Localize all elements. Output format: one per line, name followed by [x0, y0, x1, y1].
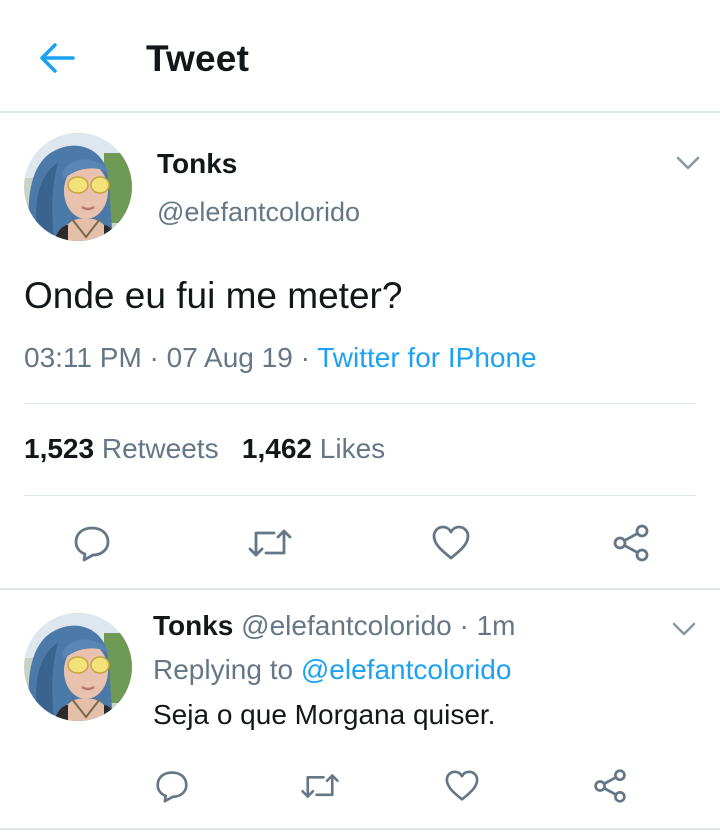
- author-handle[interactable]: @elefantcolorido: [157, 197, 360, 228]
- meta-separator: ·: [141, 342, 167, 373]
- like-button[interactable]: [427, 521, 475, 565]
- like-button[interactable]: [440, 766, 484, 806]
- likes-stat[interactable]: 1,462 Likes: [242, 433, 385, 465]
- reply-icon: [74, 526, 110, 562]
- reply-button[interactable]: [150, 766, 194, 806]
- retweet-button[interactable]: [244, 521, 296, 565]
- avatar[interactable]: [24, 133, 132, 241]
- reply-options-button[interactable]: [669, 618, 699, 640]
- like-icon: [432, 525, 470, 560]
- tweet-date: 07 Aug 19: [166, 342, 293, 373]
- reply-age: 1m: [476, 610, 516, 641]
- replying-to-mention[interactable]: @elefantcolorido: [301, 654, 512, 685]
- retweet-button[interactable]: [296, 766, 344, 806]
- share-button[interactable]: [607, 521, 655, 565]
- replying-to: Replying to @elefantcolorido: [153, 654, 511, 686]
- like-icon: [445, 770, 479, 801]
- reply-author-handle[interactable]: @elefantcolorido: [241, 610, 452, 641]
- tweet-meta: 03:11 PM · 07 Aug 19 · Twitter for IPhon…: [24, 342, 537, 374]
- reply-button[interactable]: [68, 521, 116, 565]
- retweets-count: 1,523: [24, 433, 95, 464]
- reply-header: Tonks @elefantcolorido · 1m: [153, 610, 516, 642]
- meta-separator: ·: [451, 610, 477, 641]
- retweets-stat[interactable]: 1,523 Retweets: [24, 433, 219, 465]
- chevron-down-icon: [672, 622, 696, 636]
- avatar[interactable]: [24, 613, 132, 721]
- author-name[interactable]: Tonks: [157, 148, 237, 180]
- tweet-time: 03:11 PM: [24, 342, 142, 373]
- tweet-text: Onde eu fui me meter?: [24, 275, 403, 316]
- meta-separator: ·: [292, 342, 318, 373]
- divider: [24, 403, 696, 404]
- divider: [0, 828, 720, 830]
- reply-text: Seja o que Morgana quiser.: [153, 699, 496, 730]
- retweets-label: Retweets: [101, 433, 219, 464]
- share-icon: [613, 524, 649, 562]
- reply-icon: [156, 771, 188, 803]
- divider: [0, 588, 720, 590]
- top-app-bar: Tweet: [0, 0, 720, 113]
- likes-count: 1,462: [241, 433, 312, 464]
- tweet-stats: 1,523 Retweets 1,462 Likes: [24, 433, 385, 465]
- back-button[interactable]: [36, 38, 78, 78]
- reply-author-name[interactable]: Tonks: [153, 610, 233, 641]
- chevron-down-icon: [676, 156, 700, 170]
- arrow-left-icon: [40, 43, 75, 73]
- retweet-icon: [248, 529, 292, 557]
- likes-label: Likes: [319, 433, 386, 464]
- tweet-options-button[interactable]: [673, 152, 703, 174]
- tweet-source-link[interactable]: Twitter for IPhone: [317, 342, 536, 373]
- replying-prefix: Replying to: [153, 654, 294, 685]
- retweet-icon: [301, 774, 339, 798]
- divider: [24, 495, 696, 496]
- page-title: Tweet: [146, 38, 250, 79]
- share-icon: [594, 769, 626, 803]
- share-button[interactable]: [588, 766, 632, 806]
